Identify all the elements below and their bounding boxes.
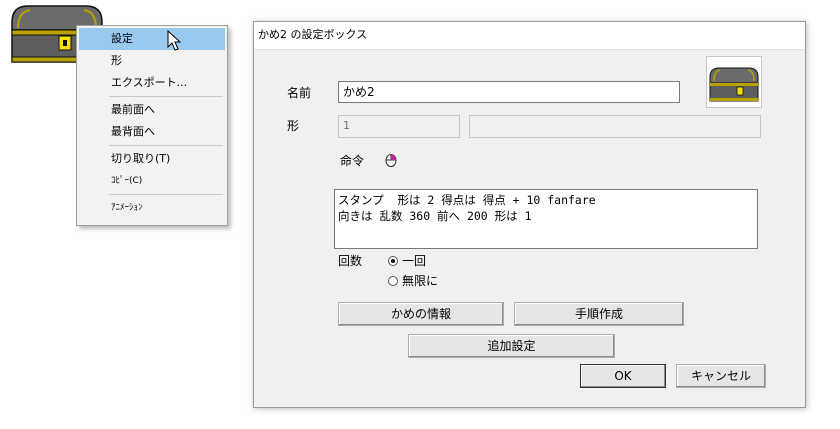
menu-item-label: ｱﾆﾒｰｼｮﾝ — [111, 203, 143, 213]
count-label: 回数 — [338, 254, 363, 268]
menu-item-shape[interactable]: 形 — [79, 50, 225, 72]
settings-dialog: かめ2 の設定ボックス 名前 かめ2 形 1 命令 スタンプ 形は 2 得点は … — [253, 21, 806, 408]
menu-separator — [109, 96, 223, 97]
menu-item-label: 最背面へ — [111, 125, 155, 138]
turtle-info-button[interactable]: かめの情報 — [338, 302, 504, 326]
menu-item-export[interactable]: エクスポート... — [79, 72, 225, 94]
menu-item-label: 設定 — [111, 32, 133, 45]
create-procedure-button[interactable]: 手順作成 — [514, 302, 684, 326]
name-input[interactable]: かめ2 — [338, 81, 680, 103]
menu-item-label: ｺﾋﾟｰ(C) — [111, 176, 143, 186]
shape-name-field — [469, 115, 761, 138]
command-line: 向きは 乱数 360 前へ 200 形は 1 — [338, 209, 532, 223]
menu-item-label: 切り取り(T) — [111, 152, 171, 165]
shape-number-field: 1 — [338, 115, 460, 138]
command-textarea[interactable]: スタンプ 形は 2 得点は 得点 + 10 fanfare 向きは 乱数 360 … — [334, 189, 758, 249]
additional-settings-button[interactable]: 追加設定 — [408, 334, 615, 358]
treasure-chest-icon — [709, 67, 759, 102]
shape-preview — [706, 56, 762, 108]
menu-separator — [109, 194, 223, 195]
menu-item-bring-to-front[interactable]: 最前面へ — [79, 99, 225, 121]
count-option-once[interactable]: 一回 — [388, 252, 426, 269]
radio-button[interactable] — [388, 275, 398, 286]
count-option-infinite[interactable]: 無限に — [388, 272, 438, 289]
menu-item-copy[interactable]: ｺﾋﾟｰ(C) — [79, 170, 225, 192]
menu-item-label: エクスポート... — [111, 76, 188, 89]
menu-item-label: 形 — [111, 54, 122, 67]
mouse-icon[interactable] — [385, 153, 397, 167]
menu-item-cut[interactable]: 切り取り(T) — [79, 148, 225, 170]
command-line: スタンプ 形は 2 得点は 得点 + 10 fanfare — [338, 193, 596, 207]
dialog-titlebar[interactable]: かめ2 の設定ボックス — [254, 22, 805, 50]
menu-item-send-to-back[interactable]: 最背面へ — [79, 121, 225, 143]
menu-separator — [109, 145, 223, 146]
menu-item-animation[interactable]: ｱﾆﾒｰｼｮﾝ — [79, 197, 225, 219]
dialog-title: かめ2 の設定ボックス — [258, 28, 368, 41]
radio-label: 一回 — [402, 254, 427, 268]
command-label: 命令 — [340, 154, 365, 168]
cancel-button[interactable]: キャンセル — [676, 364, 766, 388]
menu-item-label: 最前面へ — [111, 103, 155, 116]
mouse-cursor-icon — [167, 30, 182, 51]
ok-button[interactable]: OK — [580, 364, 666, 388]
radio-label: 無限に — [402, 274, 439, 288]
menu-item-settings[interactable]: 設定 — [79, 28, 225, 51]
context-menu: 設定 形 エクスポート... 最前面へ 最背面へ 切り取り(T) ｺﾋﾟｰ(C)… — [76, 25, 228, 226]
radio-button[interactable] — [388, 255, 398, 266]
shape-label: 形 — [287, 119, 300, 133]
name-label: 名前 — [287, 86, 312, 100]
